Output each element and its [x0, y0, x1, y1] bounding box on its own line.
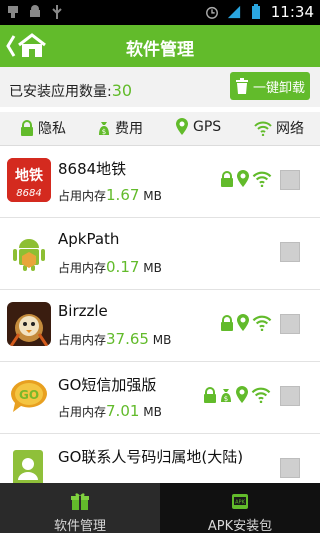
filter-gps[interactable]: GPS	[175, 118, 221, 135]
memory-value: 7.01	[106, 402, 140, 420]
location-pin-icon	[237, 170, 249, 187]
usb-debug-icon	[52, 5, 62, 19]
money-bag-icon: $	[99, 122, 109, 136]
memory-label: 占用内存	[58, 261, 107, 275]
list-item[interactable]: 地铁 8684 8684地铁 占用内存1.67 MB	[0, 146, 320, 218]
memory-unit: MB	[152, 333, 172, 347]
memory-usage: 占用内存0.17 MB	[58, 258, 162, 276]
usb-icon	[8, 6, 18, 18]
list-item[interactable]: GO联系人号码归属地(大陆)	[0, 434, 320, 483]
wifi-icon	[252, 315, 272, 331]
bottom-nav: 软件管理 APK APK安装包	[0, 483, 320, 533]
tab-apk-package[interactable]: APK APK安装包	[160, 483, 320, 533]
permission-filter-bar: 隐私 $ 费用 GPS 网络	[0, 112, 320, 146]
svg-text:8684: 8684	[16, 188, 41, 199]
memory-usage: 占用内存37.65 MB	[58, 330, 171, 348]
app-name: Birzzle	[58, 302, 108, 320]
app-icon-apkpath	[7, 230, 51, 274]
lock-icon	[21, 120, 33, 136]
uninstall-all-button[interactable]: 一键卸载	[230, 72, 310, 100]
signal-icon	[227, 5, 240, 19]
wifi-icon	[251, 387, 271, 403]
filter-fees[interactable]: $ 费用	[97, 118, 143, 138]
alarm-icon	[205, 6, 218, 19]
wifi-icon	[254, 121, 272, 136]
list-item[interactable]: ApkPath 占用内存0.17 MB	[0, 218, 320, 290]
app-name: GO短信加强版	[58, 376, 157, 394]
list-item[interactable]: GO GO短信加强版 占用内存7.01 MB $	[0, 362, 320, 434]
permission-icons: $	[203, 386, 271, 403]
filter-privacy[interactable]: 隐私	[20, 118, 66, 138]
memory-usage: 占用内存7.01 MB	[58, 402, 162, 420]
app-name: 8684地铁	[58, 160, 127, 178]
location-pin-icon	[236, 386, 248, 403]
title-bar: 软件管理	[0, 25, 320, 67]
installed-count-label: 已安装应用数量:30	[9, 81, 132, 101]
app-list[interactable]: 地铁 8684 8684地铁 占用内存1.67 MB ApkPath 占用内存0…	[0, 146, 320, 483]
app-icon-go-sms: GO	[7, 374, 51, 418]
wifi-icon	[252, 171, 272, 187]
memory-value: 1.67	[106, 186, 140, 204]
app-icon-8684: 地铁 8684	[7, 158, 51, 202]
permission-icons	[220, 170, 272, 187]
tab-software-manage[interactable]: 软件管理	[0, 483, 160, 533]
filter-network-label: 网络	[276, 121, 304, 137]
select-checkbox[interactable]	[280, 170, 300, 190]
permission-icons	[220, 314, 272, 331]
select-checkbox[interactable]	[280, 314, 300, 334]
list-item[interactable]: Birzzle 占用内存37.65 MB	[0, 290, 320, 362]
app-name: ApkPath	[58, 230, 120, 248]
svg-text:GO: GO	[19, 388, 39, 402]
select-checkbox[interactable]	[280, 458, 300, 478]
status-bar: 11:34	[0, 0, 320, 25]
lock-icon	[221, 170, 233, 187]
battery-icon	[251, 4, 260, 19]
memory-usage: 占用内存1.67 MB	[58, 186, 162, 204]
svg-text:地铁: 地铁	[15, 167, 43, 184]
memory-unit: MB	[143, 405, 162, 419]
location-pin-icon	[237, 314, 249, 331]
location-pin-icon	[176, 118, 188, 135]
filter-network[interactable]: 网络	[254, 118, 304, 138]
status-time: 11:34	[270, 3, 314, 21]
installed-count: 30	[111, 81, 133, 100]
uninstall-all-label: 一键卸载	[252, 80, 305, 96]
gift-box-icon	[71, 493, 89, 510]
lock-icon	[204, 386, 216, 403]
lock-icon	[221, 314, 233, 331]
tab-software-manage-label: 软件管理	[53, 519, 106, 533]
svg-text:$: $	[102, 128, 106, 136]
select-checkbox[interactable]	[280, 386, 300, 406]
memory-label: 占用内存	[58, 189, 107, 203]
android-icon	[30, 5, 40, 17]
money-bag-icon: $	[221, 388, 231, 403]
filter-gps-label: GPS	[193, 118, 222, 135]
memory-unit: MB	[143, 261, 162, 275]
memory-value: 0.17	[106, 258, 140, 276]
filter-fees-label: 费用	[115, 121, 143, 137]
filter-privacy-label: 隐私	[38, 121, 66, 137]
memory-unit: MB	[143, 189, 162, 203]
svg-text:$: $	[224, 395, 228, 403]
memory-label: 占用内存	[58, 405, 107, 419]
app-icon-birzzle	[7, 302, 51, 346]
installed-label: 已安装应用数量:	[9, 84, 112, 100]
app-icon-go-contacts	[7, 446, 51, 483]
trash-icon	[235, 78, 248, 94]
tab-apk-package-label: APK安装包	[207, 519, 273, 533]
select-checkbox[interactable]	[280, 242, 300, 262]
svg-text:APK: APK	[235, 500, 245, 506]
memory-label: 占用内存	[58, 333, 107, 347]
apk-package-icon: APK	[232, 494, 248, 509]
app-name: GO联系人号码归属地(大陆)	[58, 448, 244, 466]
page-title: 软件管理	[126, 40, 194, 60]
memory-value: 37.65	[106, 330, 149, 348]
